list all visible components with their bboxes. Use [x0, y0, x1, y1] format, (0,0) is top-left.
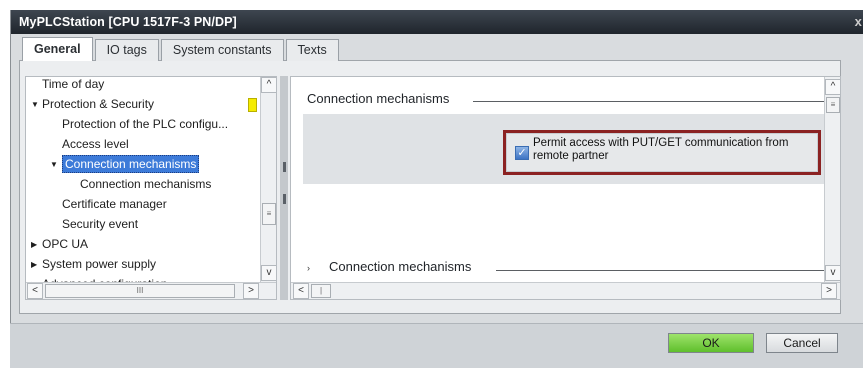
subsection-divider [496, 270, 829, 271]
panel-splitter[interactable] [280, 76, 288, 300]
tab-system-constants[interactable]: System constants [160, 39, 284, 61]
scroll-right-icon[interactable]: > [243, 283, 259, 299]
permit-put-get-label-line2: remote partner [533, 150, 609, 162]
tree-item-label: Security event [62, 217, 139, 231]
close-icon[interactable]: x [855, 14, 862, 29]
collapse-arrow-icon[interactable]: ▼ [50, 155, 58, 174]
tree-item-label: System power supply [42, 257, 157, 271]
tree-item-label: Protection of the PLC configu... [62, 117, 229, 131]
cancel-button[interactable]: Cancel [766, 333, 838, 353]
tab-texts[interactable]: Texts [285, 39, 339, 61]
tree-item-label: Access level [62, 137, 129, 151]
collapse-arrow-icon[interactable]: ▼ [31, 95, 39, 114]
tab-io-tags[interactable]: IO tags [94, 39, 159, 61]
tree-item[interactable]: ▶ OPC UA [26, 235, 260, 255]
scroll-left-icon[interactable]: < [293, 283, 309, 299]
permit-access-option: ✓ Permit access with PUT/GET communicati… [506, 133, 818, 172]
scroll-down-icon[interactable]: v [261, 265, 276, 281]
tab-general[interactable]: General [22, 37, 93, 61]
splitter-right-arrow-icon[interactable] [283, 194, 286, 204]
scroll-thumb[interactable]: ≡ [262, 203, 276, 225]
expand-arrow-icon[interactable]: ▶ [31, 235, 37, 254]
tree-item-label: Protection & Security [42, 97, 155, 111]
scroll-thumb-horizontal[interactable]: III [45, 284, 235, 298]
tree-item-label: Time of day [42, 77, 105, 91]
section-title: Connection mechanisms [307, 91, 450, 106]
permit-put-get-checkbox[interactable]: ✓ [515, 146, 529, 160]
expand-arrow-icon[interactable]: ▶ [31, 255, 37, 274]
tab-bar: General IO tags System constants Texts [22, 37, 341, 61]
tree-item[interactable]: Access level [26, 135, 260, 155]
scroll-left-icon[interactable]: < [27, 283, 43, 299]
scroll-up-icon[interactable]: ^ [261, 77, 276, 93]
tree-items: Time of day ▼ Protection & Security Protect… [26, 77, 260, 295]
scroll-right-icon[interactable]: > [821, 283, 837, 299]
tree-item[interactable]: ▼ Protection & Security [26, 95, 260, 115]
ok-button[interactable]: OK [668, 333, 754, 353]
permit-put-get-label-line1: Permit access with PUT/GET communication… [533, 137, 789, 149]
scroll-up-icon[interactable]: ^ [825, 79, 840, 95]
splitter-left-arrow-icon[interactable] [283, 162, 286, 172]
window-titlebar: MyPLCStation [CPU 1517F-3 PN/DP] x [11, 10, 863, 34]
tree-item[interactable]: ▶ System power supply [26, 255, 260, 275]
tree-item-label: Certificate manager [62, 197, 167, 211]
permit-access-highlight: ✓ Permit access with PUT/GET communicati… [503, 130, 821, 175]
tree-item[interactable]: Protection of the PLC configu... [26, 115, 260, 135]
tree-item[interactable]: Connection mechanisms [26, 175, 260, 195]
tree-item[interactable]: Time of day [26, 77, 260, 95]
status-flag-icon [248, 98, 257, 112]
tree-item-label: Connection mechanisms [62, 155, 200, 173]
expand-arrow-icon[interactable]: › [307, 263, 310, 273]
window-title: MyPLCStation [CPU 1517F-3 PN/DP] [19, 15, 237, 29]
tree-horizontal-scrollbar[interactable]: < III > [26, 282, 276, 299]
scroll-thumb[interactable]: ≡ [826, 97, 840, 113]
navigation-tree: Time of day ▼ Protection & Security Protect… [25, 76, 277, 300]
content-vertical-scrollbar[interactable]: ^ ≡ v [824, 77, 840, 282]
tree-item[interactable]: Security event [26, 215, 260, 235]
tree-item[interactable]: ▼ Connection mechanisms [26, 155, 260, 175]
subsection-title[interactable]: Connection mechanisms [329, 259, 471, 274]
scroll-down-icon[interactable]: v [825, 265, 840, 281]
section-divider [473, 101, 829, 102]
tree-vertical-scrollbar[interactable]: ^ ≡ v [260, 77, 276, 282]
content-horizontal-scrollbar[interactable]: < | > [291, 282, 840, 299]
properties-panel: Connection mechanisms ✓ Permit access wi… [290, 76, 841, 300]
tree-item-label: Connection mechanisms [80, 177, 212, 191]
tree-item[interactable]: Certificate manager [26, 195, 260, 215]
tree-item-label: OPC UA [42, 237, 89, 251]
scroll-thumb-horizontal[interactable]: | [311, 284, 331, 298]
